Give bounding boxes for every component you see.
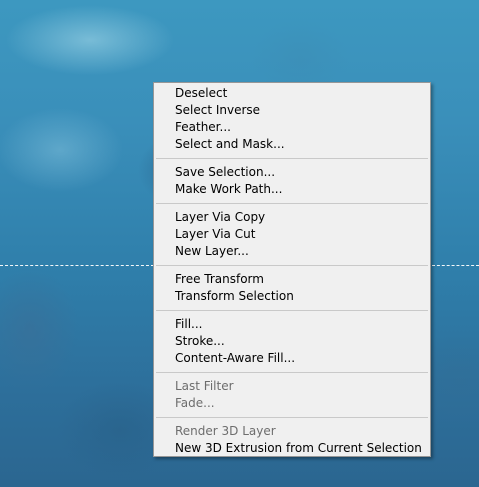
menu-item-content-aware-fill[interactable]: Content-Aware Fill... [154, 350, 430, 367]
selection-marquee-edge [432, 265, 479, 266]
context-menu: Deselect Select Inverse Feather... Selec… [153, 82, 431, 457]
menu-item-make-work-path[interactable]: Make Work Path... [154, 181, 430, 198]
menu-item-new-layer[interactable]: New Layer... [154, 243, 430, 260]
menu-separator [154, 153, 430, 164]
menu-separator [154, 412, 430, 423]
selection-marquee-edge [0, 265, 154, 266]
menu-item-transform-selection[interactable]: Transform Selection [154, 288, 430, 305]
menu-item-new-3d-extrusion[interactable]: New 3D Extrusion from Current Selection [154, 440, 430, 457]
menu-item-save-selection[interactable]: Save Selection... [154, 164, 430, 181]
menu-separator [154, 198, 430, 209]
menu-item-stroke[interactable]: Stroke... [154, 333, 430, 350]
menu-item-render-3d-layer: Render 3D Layer [175, 424, 276, 438]
menu-item-free-transform[interactable]: Free Transform [154, 271, 430, 288]
menu-separator [154, 305, 430, 316]
menu-separator [154, 367, 430, 378]
menu-item-fade: Fade... [175, 396, 215, 410]
menu-item-select-and-mask[interactable]: Select and Mask... [154, 136, 430, 153]
menu-item-last-filter: Last Filter [175, 379, 234, 393]
menu-separator [154, 260, 430, 271]
menu-item-fill[interactable]: Fill... [154, 316, 430, 333]
menu-item-layer-via-copy[interactable]: Layer Via Copy [154, 209, 430, 226]
menu-item-layer-via-cut[interactable]: Layer Via Cut [154, 226, 430, 243]
menu-item-select-inverse[interactable]: Select Inverse [154, 102, 430, 119]
menu-item-feather[interactable]: Feather... [154, 119, 430, 136]
menu-item-deselect[interactable]: Deselect [154, 85, 430, 102]
